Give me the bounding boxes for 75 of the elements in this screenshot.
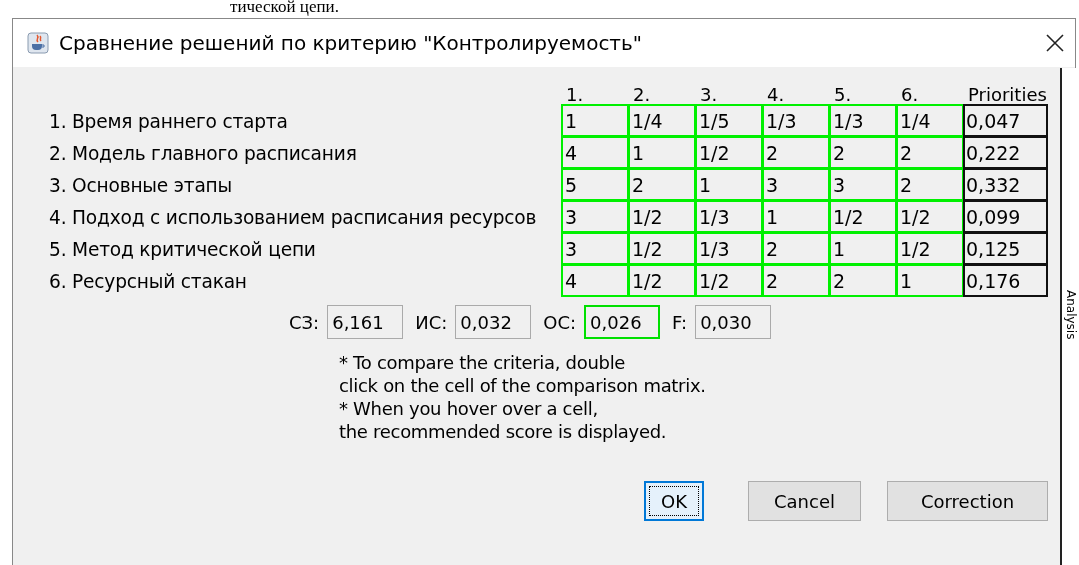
matrix-cell[interactable]: 1/2 — [695, 136, 763, 169]
matrix-cell[interactable]: 1/5 — [695, 104, 763, 137]
matrix-cell[interactable]: 1/2 — [628, 264, 696, 297]
matrix-cell[interactable]: 3 — [561, 200, 629, 233]
matrix-cell[interactable]: 1 — [896, 264, 964, 297]
matrix-cell[interactable]: 3 — [829, 168, 897, 201]
stat-field: 0,026 — [584, 305, 661, 339]
close-icon[interactable] — [1045, 33, 1065, 53]
stat-label: ИС: — [415, 311, 448, 333]
priority-cell: 0,222 — [963, 136, 1048, 169]
criterion-label: 2. Модель главного расписания — [49, 142, 358, 164]
window-title: Сравнение решений по критерию "Контролируемость" — [59, 31, 643, 55]
column-header: 4. — [766, 84, 786, 105]
panel-title: Analysis — [1064, 290, 1078, 340]
java-cup-icon — [27, 32, 49, 54]
matrix-cell[interactable]: 5 — [561, 168, 629, 201]
matrix-cell[interactable]: 4 — [561, 136, 629, 169]
matrix-cell[interactable]: 1/2 — [829, 200, 897, 233]
matrix-cell[interactable]: 2 — [896, 136, 964, 169]
hint-text: click on the cell of the comparison matrix. — [339, 374, 707, 397]
matrix-cell[interactable]: 1/3 — [695, 232, 763, 265]
matrix-cell[interactable]: 1/2 — [896, 232, 964, 265]
matrix-cell[interactable]: 2 — [762, 232, 830, 265]
matrix-cell[interactable]: 1/3 — [695, 200, 763, 233]
priority-cell: 0,176 — [963, 264, 1048, 297]
column-header: 6. — [900, 84, 920, 105]
column-header: 2. — [632, 84, 652, 105]
priority-cell: 0,047 — [963, 104, 1048, 137]
stat-label: СЗ: — [289, 311, 320, 333]
stat-label: F: — [672, 311, 688, 333]
matrix-cell[interactable]: 1/2 — [896, 200, 964, 233]
matrix-cell[interactable]: 1/2 — [628, 232, 696, 265]
column-header: Priorities — [967, 84, 1048, 105]
hint-text: * To compare the criteria, double — [339, 351, 627, 374]
matrix-cell[interactable]: 1 — [762, 200, 830, 233]
stat-field: 6,161 — [327, 305, 404, 339]
criterion-label: 4. Подход с использованием расписания ресурсов — [49, 206, 538, 228]
column-header: 3. — [699, 84, 719, 105]
dialog-button[interactable]: Correction — [887, 481, 1048, 521]
criterion-label: 6. Ресурсный стакан — [49, 270, 248, 292]
matrix-cell[interactable]: 1/4 — [628, 104, 696, 137]
hint-text: * When you hover over a cell, — [339, 397, 599, 420]
matrix-cell[interactable]: 1/3 — [762, 104, 830, 137]
matrix-cell[interactable]: 3 — [561, 232, 629, 265]
matrix-cell[interactable]: 1/3 — [829, 104, 897, 137]
priority-cell: 0,332 — [963, 168, 1048, 201]
priority-cell: 0,125 — [963, 232, 1048, 265]
column-header: 5. — [833, 84, 853, 105]
dialog-button[interactable]: Cancel — [748, 481, 861, 521]
matrix-cell[interactable]: 1 — [628, 136, 696, 169]
matrix-cell[interactable]: 2 — [829, 264, 897, 297]
priority-cell: 0,099 — [963, 200, 1048, 233]
matrix-cell[interactable]: 2 — [896, 168, 964, 201]
criterion-label: 1. Время раннего старта — [49, 110, 289, 132]
matrix-cell[interactable]: 1 — [695, 168, 763, 201]
matrix-cell[interactable]: 1/2 — [695, 264, 763, 297]
matrix-cell[interactable]: 2 — [762, 264, 830, 297]
criterion-label: 3. Основные этапы — [49, 174, 234, 196]
stat-label: ОС: — [543, 311, 577, 333]
column-header: 1. — [565, 84, 585, 105]
document-text: тической цепи. — [230, 0, 339, 16]
dialog-button[interactable]: OK — [644, 481, 704, 521]
stat-field: 0,030 — [695, 305, 772, 339]
matrix-cell[interactable]: 2 — [628, 168, 696, 201]
stat-field: 0,032 — [455, 305, 532, 339]
hint-text: the recommended score is displayed. — [339, 420, 668, 443]
matrix-cell[interactable]: 1 — [829, 232, 897, 265]
matrix-cell[interactable]: 1 — [561, 104, 629, 137]
matrix-cell[interactable]: 2 — [762, 136, 830, 169]
matrix-cell[interactable]: 1/4 — [896, 104, 964, 137]
matrix-cell[interactable]: 1/2 — [628, 200, 696, 233]
criterion-label: 5. Метод критической цепи — [49, 238, 317, 260]
matrix-cell[interactable]: 2 — [829, 136, 897, 169]
matrix-cell[interactable]: 3 — [762, 168, 830, 201]
matrix-cell[interactable]: 4 — [561, 264, 629, 297]
